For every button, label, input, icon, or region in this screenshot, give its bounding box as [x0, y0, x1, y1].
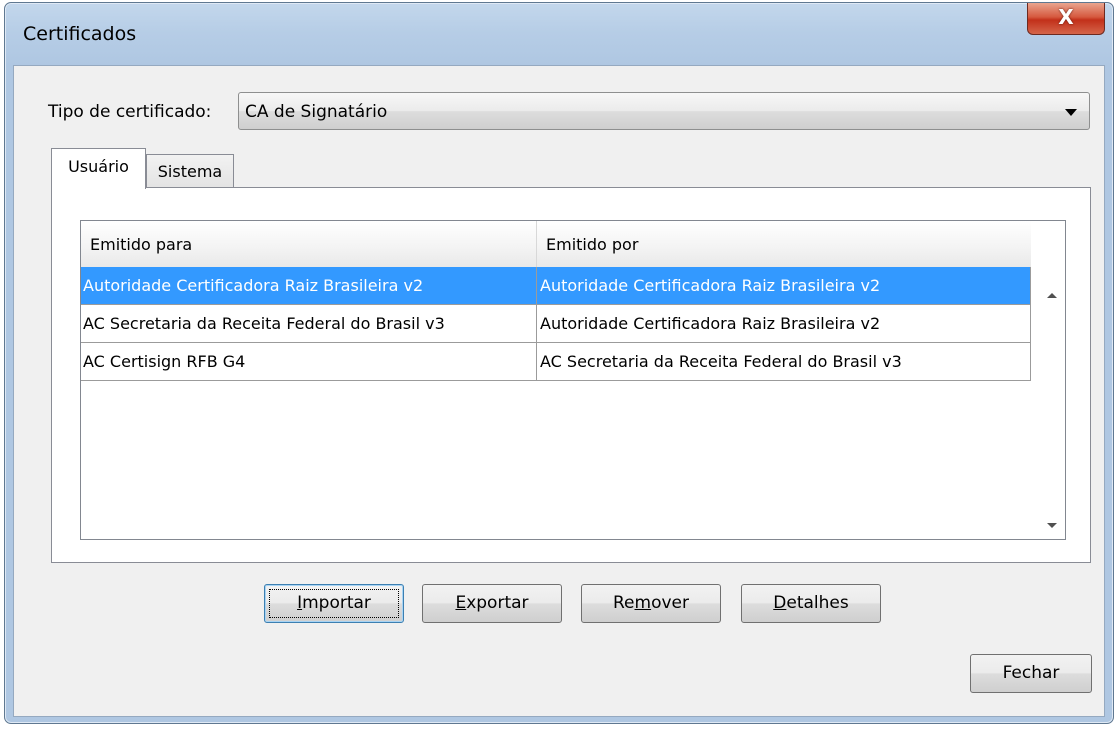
cell-issued-to: Autoridade Certificadora Raiz Brasileira…	[81, 267, 537, 304]
column-header-issued-by[interactable]: Emitido por	[537, 221, 1031, 267]
tab-usuario[interactable]: Usuário	[51, 148, 146, 189]
remove-label-rest: over	[651, 593, 689, 613]
remove-button[interactable]: Remover	[581, 584, 721, 623]
window-title: Certificados	[23, 23, 137, 45]
remove-mnemonic: m	[634, 593, 652, 613]
cell-issued-by: Autoridade Certificadora Raiz Brasileira…	[537, 305, 1031, 342]
cell-issued-to: AC Secretaria da Receita Federal do Bras…	[81, 305, 537, 342]
table-header: Emitido para Emitido por	[81, 221, 1031, 268]
import-button[interactable]: Importar	[264, 584, 404, 623]
remove-button-label: Remover	[613, 585, 689, 622]
cell-issued-by: AC Secretaria da Receita Federal do Bras…	[537, 343, 1031, 380]
close-icon: X	[1058, 5, 1074, 29]
tab-sistema[interactable]: Sistema	[146, 154, 234, 188]
certificate-type-label: Tipo de certificado:	[48, 102, 212, 122]
remove-label-pre: Re	[613, 593, 635, 613]
details-mnemonic: D	[773, 593, 787, 613]
table-row[interactable]: AC Certisign RFB G4 AC Secretaria da Rec…	[81, 343, 1031, 381]
export-button[interactable]: Exportar	[422, 584, 562, 623]
cell-issued-to: AC Certisign RFB G4	[81, 343, 537, 380]
scroll-down-arrow-icon[interactable]	[1047, 523, 1057, 528]
details-button[interactable]: Detalhes	[741, 584, 881, 623]
details-button-label: Detalhes	[773, 585, 848, 622]
close-window-button[interactable]: X	[1027, 3, 1105, 35]
certificates-dialog: Certificados X Tipo de certificado: CA d…	[4, 2, 1114, 724]
certificate-type-value: CA de Signatário	[245, 102, 388, 122]
chevron-down-icon	[1065, 109, 1077, 116]
table-row[interactable]: Autoridade Certificadora Raiz Brasileira…	[81, 267, 1031, 305]
tab-panel-usuario: Emitido para Emitido por Autoridade Cert…	[51, 187, 1091, 563]
table-row[interactable]: AC Secretaria da Receita Federal do Bras…	[81, 305, 1031, 343]
column-header-issued-to[interactable]: Emitido para	[81, 221, 537, 267]
close-button[interactable]: Fechar	[970, 654, 1092, 693]
cell-issued-by: Autoridade Certificadora Raiz Brasileira…	[537, 267, 1031, 304]
scroll-up-arrow-icon[interactable]	[1047, 293, 1057, 298]
certificate-type-select[interactable]: CA de Signatário	[238, 92, 1090, 130]
title-bar[interactable]: Certificados X	[5, 3, 1113, 65]
focus-ring	[269, 589, 399, 618]
dialog-client-area: Tipo de certificado: CA de Signatário Us…	[13, 65, 1105, 717]
export-mnemonic: E	[455, 593, 467, 613]
export-label-rest: xportar	[466, 593, 529, 613]
details-label-rest: etalhes	[786, 593, 849, 613]
export-button-label: Exportar	[455, 585, 528, 622]
certificates-table: Emitido para Emitido por Autoridade Cert…	[80, 220, 1066, 540]
